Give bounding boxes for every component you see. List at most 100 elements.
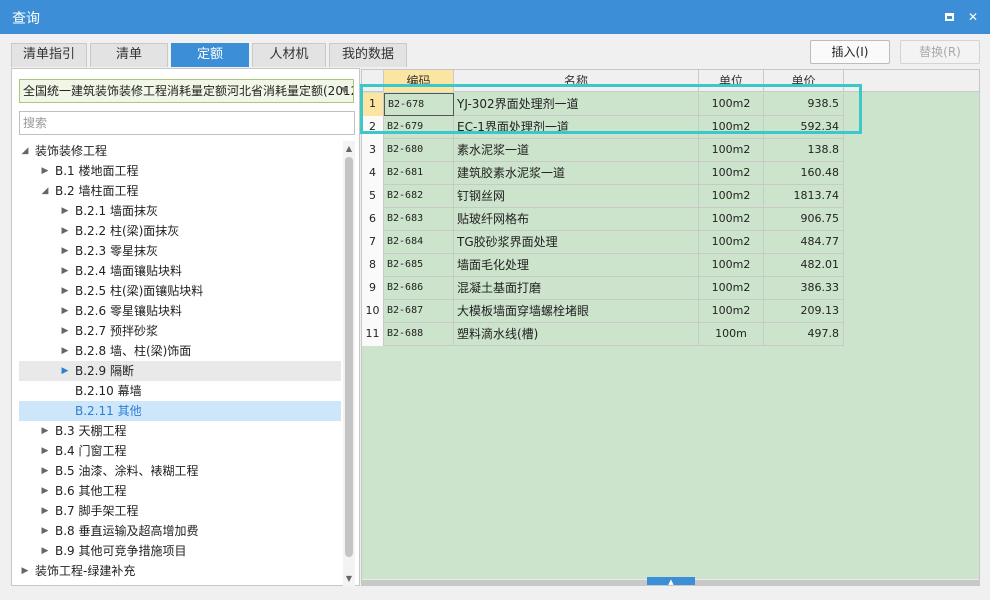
row-number[interactable]: 4 <box>362 162 384 185</box>
tree-node[interactable]: ▶ B.2.1 墙面抹灰 <box>19 201 341 221</box>
tree-node[interactable]: ▶ B.3 天棚工程 <box>19 421 341 441</box>
name-cell[interactable]: YJ-302界面处理剂一道 <box>454 93 699 116</box>
collapse-triangle-icon[interactable]: ▶ <box>39 441 51 461</box>
expand-triangle-icon[interactable]: ◢ <box>39 181 51 201</box>
code-cell[interactable]: B2-686 <box>384 277 454 300</box>
tree-node[interactable]: ▶ B.2.5 柱(梁)面镶贴块料 <box>19 281 341 301</box>
tree-node[interactable]: ▶ B.2.9 隔断 <box>19 361 341 381</box>
tab-quota[interactable]: 定额 <box>171 43 249 67</box>
tree-node[interactable]: ▶ B.6 其他工程 <box>19 481 341 501</box>
tree-node[interactable]: ▶ B.5 油漆、涂料、裱糊工程 <box>19 461 341 481</box>
row-number[interactable]: 8 <box>362 254 384 277</box>
header-unit[interactable]: 单位 <box>699 70 764 92</box>
expand-triangle-icon[interactable]: ◢ <box>19 141 31 161</box>
table-row[interactable]: 10 B2-687 大模板墙面穿墙螺栓堵眼 100m2 209.13 <box>362 300 844 323</box>
header-name[interactable]: 名称 <box>454 70 699 92</box>
collapse-triangle-icon[interactable]: ▶ <box>39 481 51 501</box>
price-cell[interactable]: 482.01 <box>764 254 844 277</box>
unit-cell[interactable]: 100m <box>699 323 764 346</box>
tree-node[interactable]: ▶ B.8 垂直运输及超高增加费 <box>19 521 341 541</box>
row-number[interactable]: 10 <box>362 300 384 323</box>
collapse-triangle-icon[interactable]: ▶ <box>19 581 31 587</box>
tab-labor-material-machine[interactable]: 人材机 <box>252 43 326 67</box>
code-cell[interactable]: B2-681 <box>384 162 454 185</box>
row-number[interactable]: 3 <box>362 139 384 162</box>
code-cell[interactable]: B2-680 <box>384 139 454 162</box>
price-cell[interactable]: 484.77 <box>764 231 844 254</box>
name-cell[interactable]: 塑料滴水线(槽) <box>454 323 699 346</box>
library-select[interactable]: 全国统一建筑装饰装修工程消耗量定额河北省消耗量定额(2012) ▼ <box>19 79 354 103</box>
price-cell[interactable]: 906.75 <box>764 208 844 231</box>
price-cell[interactable]: 1813.74 <box>764 185 844 208</box>
tree-node[interactable]: ▶ B.2.3 零星抹灰 <box>19 241 341 261</box>
row-number[interactable]: 7 <box>362 231 384 254</box>
splitter-grip-icon[interactable]: ▲ <box>647 577 695 585</box>
header-price[interactable]: 单价 <box>764 70 844 92</box>
tree-node[interactable]: ▶ B.1 楼地面工程 <box>19 161 341 181</box>
collapse-triangle-icon[interactable]: ▶ <box>39 521 51 541</box>
code-cell[interactable]: B2-678 <box>384 93 454 116</box>
collapse-triangle-icon[interactable]: ▶ <box>59 201 71 221</box>
row-number[interactable]: 2 <box>362 116 384 139</box>
code-cell[interactable]: B2-685 <box>384 254 454 277</box>
name-cell[interactable]: TG胶砂浆界面处理 <box>454 231 699 254</box>
unit-cell[interactable]: 100m2 <box>699 208 764 231</box>
table-row[interactable]: 1 B2-678 YJ-302界面处理剂一道 100m2 938.5 <box>362 93 844 116</box>
collapse-triangle-icon[interactable]: ▶ <box>39 161 51 181</box>
table-row[interactable]: 6 B2-683 贴玻纤网格布 100m2 906.75 <box>362 208 844 231</box>
collapse-triangle-icon[interactable]: ▶ <box>19 561 31 581</box>
unit-cell[interactable]: 100m2 <box>699 231 764 254</box>
collapse-triangle-icon[interactable]: ▶ <box>59 261 71 281</box>
unit-cell[interactable]: 100m2 <box>699 185 764 208</box>
scrollbar-thumb[interactable] <box>345 157 353 557</box>
insert-button[interactable]: 插入(I) <box>810 40 890 64</box>
collapse-triangle-icon[interactable]: ▶ <box>59 221 71 241</box>
table-row[interactable]: 7 B2-684 TG胶砂浆界面处理 100m2 484.77 <box>362 231 844 254</box>
name-cell[interactable]: 建筑胶素水泥浆一道 <box>454 162 699 185</box>
row-number[interactable]: 6 <box>362 208 384 231</box>
name-cell[interactable]: EC-1界面处理剂一道 <box>454 116 699 139</box>
unit-cell[interactable]: 100m2 <box>699 254 764 277</box>
row-number[interactable]: 5 <box>362 185 384 208</box>
collapse-triangle-icon[interactable]: ▶ <box>39 421 51 441</box>
table-row[interactable]: 11 B2-688 塑料滴水线(槽) 100m 497.8 <box>362 323 844 346</box>
code-cell[interactable]: B2-684 <box>384 231 454 254</box>
price-cell[interactable]: 386.33 <box>764 277 844 300</box>
collapse-triangle-icon[interactable]: ▶ <box>59 241 71 261</box>
unit-cell[interactable]: 100m2 <box>699 300 764 323</box>
row-number[interactable]: 9 <box>362 277 384 300</box>
scroll-up-icon[interactable]: ▲ <box>343 143 355 155</box>
collapse-triangle-icon[interactable]: ▶ <box>59 321 71 341</box>
code-cell[interactable]: B2-687 <box>384 300 454 323</box>
table-row[interactable]: 3 B2-680 素水泥浆一道 100m2 138.8 <box>362 139 844 162</box>
maximize-icon[interactable] <box>941 9 957 25</box>
tree-node[interactable]: ▶ B.9 其他可竞争措施项目 <box>19 541 341 561</box>
collapse-triangle-icon[interactable]: ▶ <box>39 541 51 561</box>
tree-node[interactable]: ▶ B.2.6 零星镶贴块料 <box>19 301 341 321</box>
unit-cell[interactable]: 100m2 <box>699 139 764 162</box>
table-row[interactable]: 8 B2-685 墙面毛化处理 100m2 482.01 <box>362 254 844 277</box>
table-row[interactable]: 2 B2-679 EC-1界面处理剂一道 100m2 592.34 <box>362 116 844 139</box>
price-cell[interactable]: 592.34 <box>764 116 844 139</box>
unit-cell[interactable]: 100m2 <box>699 93 764 116</box>
price-cell[interactable]: 497.8 <box>764 323 844 346</box>
unit-cell[interactable]: 100m2 <box>699 277 764 300</box>
replace-button[interactable]: 替换(R) <box>900 40 980 64</box>
tree-node[interactable]: ▶ B.2.4 墙面镶贴块料 <box>19 261 341 281</box>
search-input[interactable]: 搜索 <box>19 111 355 135</box>
collapse-triangle-icon[interactable]: ▶ <box>59 281 71 301</box>
code-cell[interactable]: B2-683 <box>384 208 454 231</box>
name-cell[interactable]: 墙面毛化处理 <box>454 254 699 277</box>
table-row[interactable]: 5 B2-682 钉钢丝网 100m2 1813.74 <box>362 185 844 208</box>
tree-node[interactable]: B.2.10 幕墙 <box>19 381 341 401</box>
name-cell[interactable]: 素水泥浆一道 <box>454 139 699 162</box>
collapse-triangle-icon[interactable]: ▶ <box>39 501 51 521</box>
unit-cell[interactable]: 100m2 <box>699 162 764 185</box>
price-cell[interactable]: 209.13 <box>764 300 844 323</box>
table-row[interactable]: 9 B2-686 混凝土基面打磨 100m2 386.33 <box>362 277 844 300</box>
tree-node[interactable]: ▶ B.4 门窗工程 <box>19 441 341 461</box>
unit-cell[interactable]: 100m2 <box>699 116 764 139</box>
tree-node[interactable]: B.2.11 其他 <box>19 401 341 421</box>
scroll-down-icon[interactable]: ▼ <box>343 573 355 585</box>
tab-bill[interactable]: 清单 <box>90 43 168 67</box>
